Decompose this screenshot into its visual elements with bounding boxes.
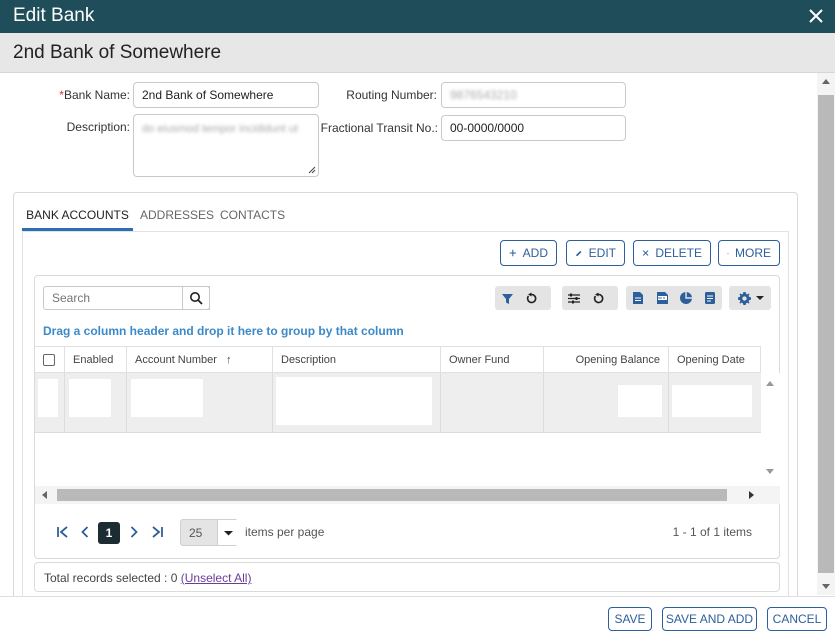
save-and-add-button[interactable]: SAVE AND ADD	[662, 607, 757, 631]
next-page-button[interactable]	[124, 522, 144, 542]
more-button[interactable]: MORE	[718, 240, 780, 266]
chevron-right-icon	[130, 526, 138, 538]
plus-icon	[509, 249, 517, 257]
x-icon	[642, 250, 649, 256]
export-tools	[626, 286, 722, 310]
delete-button[interactable]: DELETE	[633, 240, 711, 266]
column-opening-balance[interactable]: Opening Balance	[544, 347, 669, 373]
group-by-hint: Drag a column header and drop it here to…	[43, 324, 404, 338]
gear-icon	[737, 291, 751, 305]
page-size-select[interactable]: 25	[180, 519, 238, 546]
export-pdf-button[interactable]	[650, 286, 674, 310]
column-settings-button[interactable]	[562, 286, 586, 310]
chevron-left-icon	[81, 526, 89, 538]
tab-panel: BANK ACCOUNTS ADDRESSES CONTACTS ADD EDI…	[13, 192, 798, 602]
grid-vertical-scrollbar[interactable]	[761, 373, 780, 486]
first-page-icon	[57, 526, 68, 538]
pencil-icon	[576, 250, 582, 256]
tab-addresses[interactable]: ADDRESSES	[140, 203, 214, 231]
column-tools	[562, 286, 618, 310]
cancel-button[interactable]: CANCEL	[767, 607, 827, 631]
table-row[interactable]	[35, 373, 761, 433]
caret-down-icon	[755, 296, 764, 300]
last-page-button[interactable]	[147, 522, 167, 542]
record-header: 2nd Bank of Somewhere	[0, 33, 835, 73]
sliders-icon	[568, 293, 580, 303]
edit-button[interactable]: EDIT	[566, 240, 625, 266]
first-page-button[interactable]	[53, 522, 73, 542]
scroll-up-icon[interactable]	[822, 79, 830, 84]
bank-accounts-grid: Drag a column header and drop it here to…	[34, 275, 780, 559]
select-all-checkbox[interactable]	[43, 354, 55, 366]
page-scrollbar[interactable]	[817, 73, 835, 595]
filter-icon	[501, 293, 513, 304]
fractional-transit-label: Fractional Transit No.:	[320, 121, 438, 135]
reset-columns-button[interactable]	[586, 286, 610, 310]
tab-bank-accounts[interactable]: BANK ACCOUNTS	[22, 203, 133, 231]
report-icon	[705, 292, 715, 304]
routing-number-input[interactable]: 9876543210	[441, 82, 626, 108]
bank-name-input[interactable]	[133, 82, 319, 108]
previous-page-button[interactable]	[75, 522, 95, 542]
routing-number-label: Routing Number:	[346, 88, 437, 102]
pdf-icon	[656, 292, 668, 304]
filter-button[interactable]	[495, 286, 519, 310]
description-label: Description:	[66, 120, 130, 134]
scroll-up-icon[interactable]	[766, 381, 774, 386]
caret-down-icon	[223, 530, 233, 535]
reset-filter-button[interactable]	[519, 286, 543, 310]
chart-button[interactable]	[674, 286, 698, 310]
scroll-down-icon[interactable]	[766, 469, 774, 474]
unselect-all-link[interactable]: (Unselect All)	[181, 571, 252, 585]
export-csv-button[interactable]	[626, 286, 650, 310]
reset-icon	[593, 292, 603, 303]
items-per-page-label: items per page	[245, 525, 325, 539]
tab-contacts[interactable]: CONTACTS	[220, 203, 285, 231]
filter-tools	[495, 286, 551, 310]
caret-down-icon	[727, 252, 729, 254]
description-textarea[interactable]: do eiusmod tempor incididunt ut	[133, 114, 319, 177]
column-description[interactable]: Description	[273, 347, 441, 373]
dialog-titlebar: Edit Bank	[0, 0, 835, 33]
column-opening-date[interactable]: Opening Date	[669, 347, 761, 373]
report-button[interactable]	[698, 286, 722, 310]
scroll-thumb[interactable]	[818, 95, 834, 573]
select-all-column	[35, 347, 65, 373]
document-icon	[633, 292, 643, 304]
search-icon	[190, 292, 203, 305]
column-account-number[interactable]: Account Number ↑	[127, 347, 273, 373]
resize-grip-icon[interactable]	[307, 165, 316, 174]
column-enabled[interactable]: Enabled	[65, 347, 127, 373]
scroll-thumb[interactable]	[57, 489, 727, 501]
close-icon[interactable]	[807, 7, 825, 25]
sort-ascending-icon: ↑	[226, 354, 232, 366]
dialog-footer: SAVE SAVE AND ADD CANCEL	[0, 596, 835, 633]
pie-chart-icon	[680, 292, 692, 304]
total-selected-text: Total records selected : 0	[44, 571, 178, 585]
column-owner-fund[interactable]: Owner Fund	[441, 347, 544, 373]
reset-icon	[526, 292, 536, 303]
scroll-left-icon[interactable]	[42, 491, 47, 499]
save-button[interactable]: SAVE	[608, 607, 652, 631]
bank-accounts-content: ADD EDIT DELETE MORE Search Drag a colum…	[22, 231, 789, 601]
search-button[interactable]	[182, 286, 210, 310]
bank-name-label: *Bank Name:	[59, 88, 130, 102]
scroll-right-icon[interactable]	[749, 491, 754, 499]
record-title: 2nd Bank of Somewhere	[13, 42, 222, 63]
add-button[interactable]: ADD	[500, 240, 557, 266]
pager: 1 25 items per page 1 - 1 of 1 items	[35, 506, 780, 558]
grid-horizontal-scrollbar[interactable]	[35, 486, 761, 504]
scroll-down-icon[interactable]	[822, 584, 830, 589]
last-page-icon	[152, 526, 163, 538]
settings-tools	[729, 286, 771, 310]
current-page[interactable]: 1	[98, 522, 120, 544]
fractional-transit-input[interactable]	[441, 115, 626, 141]
pager-info: 1 - 1 of 1 items	[672, 525, 752, 539]
dialog-title: Edit Bank	[13, 5, 95, 26]
selection-summary: Total records selected : 0 (Unselect All…	[34, 562, 780, 592]
grid-header: Enabled Account Number ↑ Description Own…	[35, 346, 761, 373]
grid-settings-button[interactable]	[729, 286, 771, 310]
